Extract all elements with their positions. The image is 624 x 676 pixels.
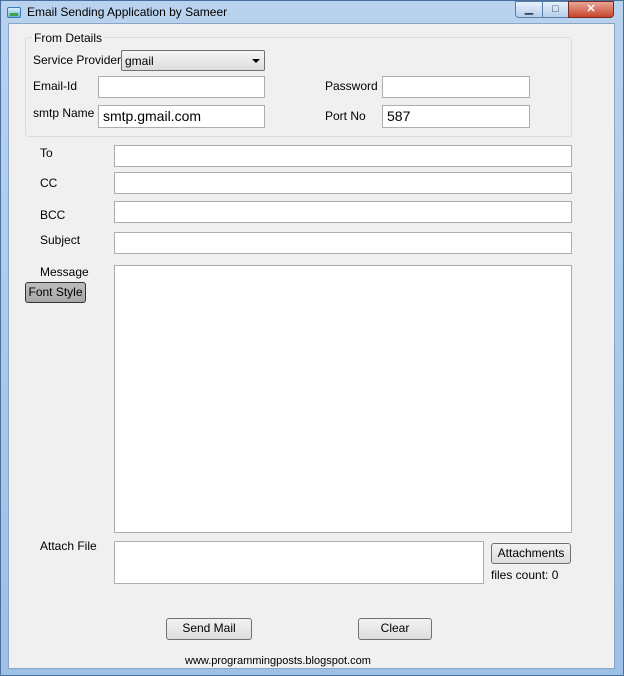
close-icon: ✕ bbox=[586, 3, 596, 15]
maximize-icon: □ bbox=[552, 3, 559, 15]
subject-label: Subject bbox=[40, 233, 81, 247]
service-provider-dropdown[interactable]: gmail bbox=[121, 50, 265, 71]
attach-file-label: Attach File bbox=[40, 539, 97, 553]
send-mail-button[interactable]: Send Mail bbox=[166, 618, 252, 640]
window-title: Email Sending Application by Sameer bbox=[27, 5, 228, 19]
footer-link-text: www.programmingposts.blogspot.com bbox=[185, 655, 371, 667]
minimize-button[interactable]: ▁ bbox=[515, 1, 543, 18]
service-provider-label: Service Provider bbox=[33, 53, 122, 67]
app-icon bbox=[7, 7, 21, 18]
form-client-area: From Details Service Provider gmail Emai… bbox=[8, 23, 615, 669]
email-id-field[interactable] bbox=[98, 76, 265, 98]
cc-field[interactable] bbox=[114, 172, 572, 194]
dropdown-arrow-icon bbox=[252, 59, 260, 63]
files-count-text: files count: 0 bbox=[491, 568, 559, 582]
message-body-textarea[interactable] bbox=[114, 265, 572, 533]
close-button[interactable]: ✕ bbox=[568, 1, 614, 18]
message-label: Message bbox=[40, 265, 89, 279]
clear-button[interactable]: Clear bbox=[358, 618, 432, 640]
app-window: Email Sending Application by Sameer ▁ □ … bbox=[0, 0, 624, 676]
font-style-button[interactable]: Font Style bbox=[25, 282, 86, 303]
port-no-label: Port No bbox=[325, 109, 366, 123]
email-id-label: Email-Id bbox=[33, 79, 78, 93]
title-bar[interactable]: Email Sending Application by Sameer ▁ □ … bbox=[1, 1, 623, 23]
service-provider-value: gmail bbox=[125, 54, 154, 68]
attach-file-list[interactable] bbox=[114, 541, 484, 584]
minimize-icon: ▁ bbox=[524, 3, 534, 15]
maximize-button[interactable]: □ bbox=[542, 1, 569, 18]
bcc-field[interactable] bbox=[114, 201, 572, 223]
from-details-legend: From Details bbox=[32, 31, 105, 45]
password-label: Password bbox=[325, 79, 378, 93]
subject-field[interactable] bbox=[114, 232, 572, 254]
to-field[interactable] bbox=[114, 145, 572, 167]
attachments-button[interactable]: Attachments bbox=[491, 543, 571, 564]
cc-label: CC bbox=[40, 176, 58, 190]
smtp-name-label: smtp Name bbox=[33, 106, 95, 120]
password-field[interactable] bbox=[382, 76, 530, 98]
bcc-label: BCC bbox=[40, 208, 66, 222]
port-no-field[interactable]: 587 bbox=[382, 105, 530, 128]
smtp-name-field[interactable]: smtp.gmail.com bbox=[98, 105, 265, 128]
to-label: To bbox=[40, 146, 53, 160]
